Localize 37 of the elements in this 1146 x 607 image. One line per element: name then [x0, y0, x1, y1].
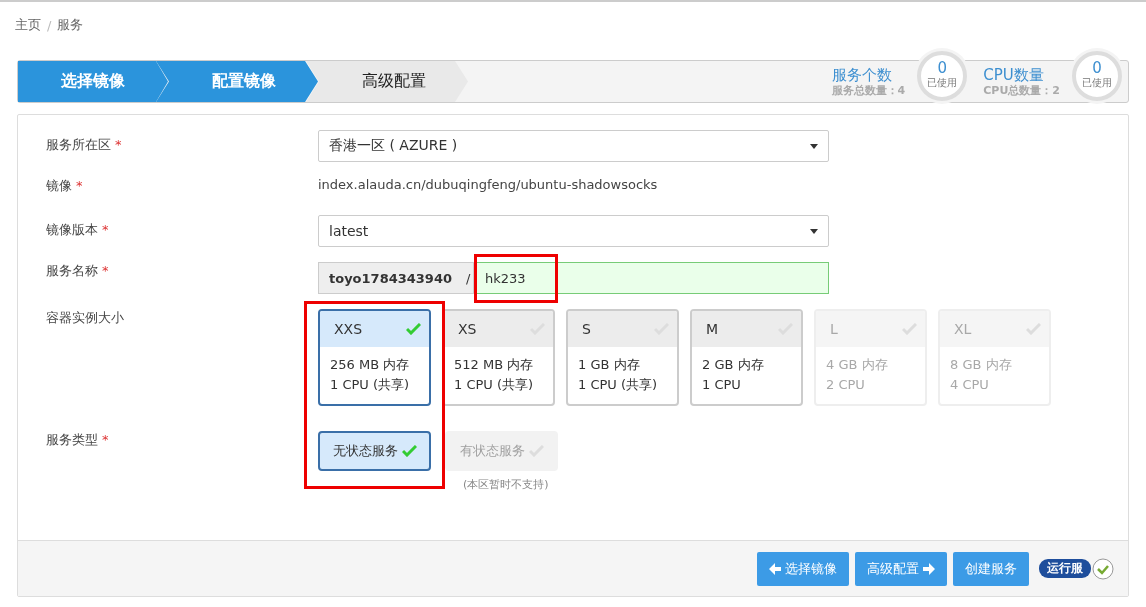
field-label: 容器实例大小	[46, 309, 125, 327]
service-name-input[interactable]: hk233	[474, 262, 829, 294]
field-label: 服务名称 *	[46, 262, 110, 280]
quota-title: CPU数量	[983, 65, 1045, 84]
check-badge-icon	[1092, 557, 1114, 580]
select-field[interactable]: latest	[318, 215, 829, 247]
field-label: 镜像 *	[46, 177, 84, 195]
check-icon	[902, 323, 917, 335]
size-option[interactable]: XXS 256 MB 内存 1 CPU (共享)	[318, 309, 431, 406]
field-label: 服务类型 *	[46, 431, 110, 449]
select-field[interactable]: 香港一区 ( AZURE )	[318, 130, 829, 162]
size-option[interactable]: S 1 GB 内存 1 CPU (共享)	[566, 309, 679, 406]
field-label: 镜像版本 *	[46, 221, 110, 239]
arrow-right-icon	[923, 562, 935, 575]
breadcrumb-link[interactable]: 主页	[15, 16, 41, 34]
size-option[interactable]: XS 512 MB 内存 1 CPU (共享)	[442, 309, 555, 406]
check-icon	[401, 445, 417, 457]
arrow-left-icon	[769, 562, 781, 575]
check-icon	[406, 323, 421, 335]
service-type-option[interactable]: 无状态服务	[318, 431, 431, 471]
size-option[interactable]: M 2 GB 内存 1 CPU	[690, 309, 803, 406]
caret-icon	[810, 143, 818, 149]
usage-ring: 0 已使用	[1072, 50, 1122, 101]
breadcrumb-separator: /	[47, 17, 52, 33]
namespace-prefix: toyo1784343940 /	[318, 262, 474, 294]
field-label: 服务所在区 *	[46, 136, 123, 154]
caret-icon	[810, 228, 818, 234]
image-path: index.alauda.cn/dubuqingfeng/ubuntu-shadowsocks	[318, 177, 658, 194]
usage-ring: 0 已使用	[917, 50, 968, 101]
quota-total: CPU总数量：2	[983, 83, 1060, 98]
breadcrumb-link[interactable]: 服务	[57, 16, 84, 34]
wizard-step[interactable]: 高级配置	[306, 61, 468, 102]
run-service-badge[interactable]: 运行服	[1039, 559, 1091, 578]
quota-total: 服务总数量：4	[831, 83, 906, 98]
quota-title: 服务个数	[831, 65, 893, 84]
check-icon	[1026, 323, 1041, 335]
type-note: (本区暂时不支持)	[463, 477, 550, 492]
